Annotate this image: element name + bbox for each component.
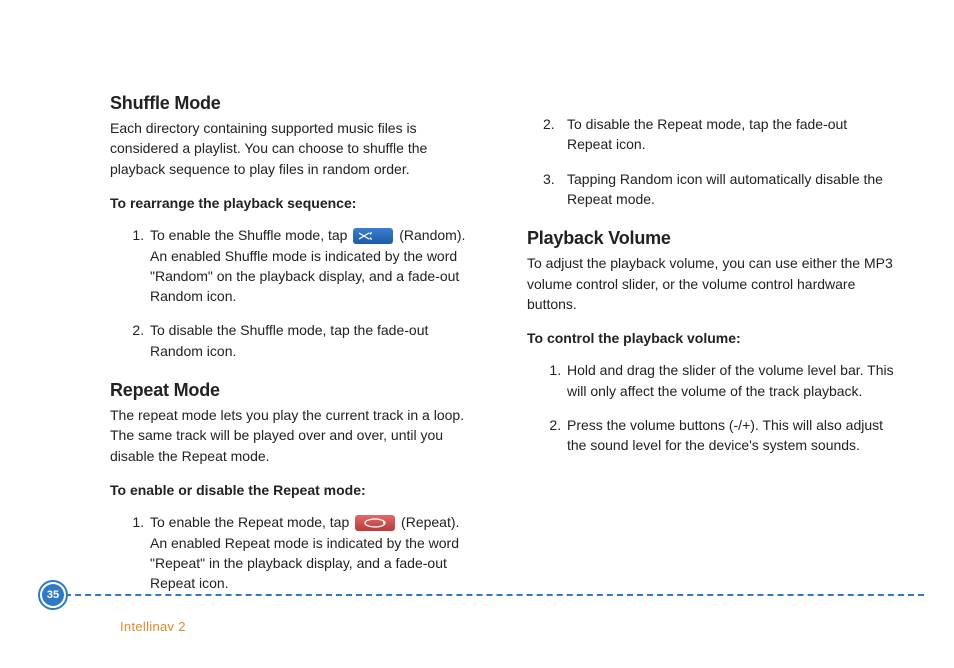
volume-step-2: Press the volume buttons (-/+). This wil… <box>565 415 894 456</box>
shuffle-steps: To enable the Shuffle mode, tap (Random)… <box>110 225 477 361</box>
repeat-intro: The repeat mode lets you play the curren… <box>110 405 477 466</box>
heading-shuffle: Shuffle Mode <box>110 90 477 116</box>
spacer <box>527 90 894 114</box>
heading-volume: Playback Volume <box>527 225 894 251</box>
repeat-step-3: Tapping Random icon will automatically d… <box>565 169 894 210</box>
repeat-sub: To enable or disable the Repeat mode: <box>110 480 477 500</box>
left-column: Shuffle Mode Each directory containing s… <box>110 90 477 610</box>
shuffle-sub: To rearrange the playback sequence: <box>110 193 477 213</box>
page: Shuffle Mode Each directory containing s… <box>0 0 954 668</box>
random-icon <box>353 228 393 244</box>
shuffle-intro: Each directory containing supported musi… <box>110 118 477 179</box>
volume-steps: Hold and drag the slider of the volume l… <box>527 360 894 455</box>
page-number: 35 <box>42 584 64 606</box>
text: To enable the Shuffle mode, tap <box>150 227 347 243</box>
shuffle-step-1: To enable the Shuffle mode, tap (Random)… <box>148 225 477 306</box>
shuffle-step-2: To disable the Shuffle mode, tap the fad… <box>148 320 477 361</box>
volume-step-1: Hold and drag the slider of the volume l… <box>565 360 894 401</box>
footer: 35 <box>0 580 954 610</box>
volume-sub: To control the playback volume: <box>527 328 894 348</box>
right-column: To disable the Repeat mode, tap the fade… <box>527 90 894 610</box>
columns: Shuffle Mode Each directory containing s… <box>110 90 894 610</box>
repeat-icon <box>355 515 395 531</box>
heading-repeat: Repeat Mode <box>110 377 477 403</box>
repeat-steps-cont: To disable the Repeat mode, tap the fade… <box>527 114 894 209</box>
text: To enable the Repeat mode, tap <box>150 514 349 530</box>
page-badge: 35 <box>38 580 68 610</box>
volume-intro: To adjust the playback volume, you can u… <box>527 253 894 314</box>
brand-label: Intellinav 2 <box>120 619 186 634</box>
repeat-step-2: To disable the Repeat mode, tap the fade… <box>565 114 894 155</box>
footer-dashline <box>55 594 924 596</box>
